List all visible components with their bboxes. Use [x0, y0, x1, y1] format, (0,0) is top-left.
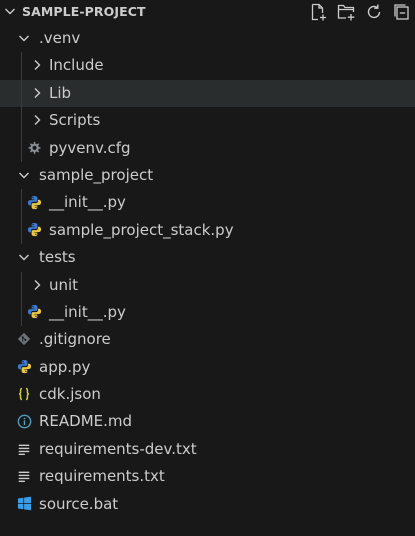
python-icon	[26, 304, 42, 320]
tree-item-pyvenv-cfg[interactable]: pyvenv.cfg	[0, 134, 415, 162]
refresh-icon[interactable]	[363, 2, 385, 22]
file-tree: .venv Include Lib Scripts pyvenv.cfg sam…	[0, 25, 415, 518]
tree-item-label: sample_project	[39, 165, 154, 184]
gear-icon	[26, 140, 42, 156]
python-icon	[16, 359, 32, 375]
tree-item-init-py[interactable]: __init__.py	[0, 189, 415, 217]
explorer-header[interactable]: SAMPLE-PROJECT	[0, 0, 415, 25]
tree-item-requirements-txt[interactable]: requirements.txt	[0, 463, 415, 490]
text-file-icon	[16, 441, 32, 457]
new-folder-icon[interactable]	[335, 2, 357, 22]
tree-item-label: app.py	[39, 357, 91, 376]
tree-item-lib[interactable]: Lib	[0, 79, 415, 108]
tree-item-venv[interactable]: .venv	[0, 25, 415, 52]
python-icon	[26, 222, 42, 238]
indent-guide	[21, 52, 22, 80]
chevron-right-icon[interactable]	[29, 57, 45, 73]
windows-icon	[16, 496, 32, 512]
explorer-title: SAMPLE-PROJECT	[22, 4, 146, 19]
chevron-right-icon[interactable]	[29, 85, 45, 101]
tree-item-unit[interactable]: unit	[0, 271, 415, 299]
chevron-down-icon[interactable]	[16, 249, 32, 265]
tree-item-label: requirements-dev.txt	[39, 439, 197, 458]
tree-item-tests-init-py[interactable]: __init__.py	[0, 298, 415, 327]
text-file-icon	[16, 468, 32, 484]
tree-item-label: cdk.json	[39, 385, 101, 404]
chevron-down-icon[interactable]	[16, 167, 32, 183]
tree-item-source-bat[interactable]: source.bat	[0, 491, 415, 518]
indent-guide	[21, 216, 22, 245]
tree-item-cdk-json[interactable]: cdk.json	[0, 381, 415, 408]
tree-item-app-py[interactable]: app.py	[0, 354, 415, 381]
chevron-right-icon[interactable]	[29, 277, 45, 293]
tree-item-sample-project-stack-py[interactable]: sample_project_stack.py	[0, 216, 415, 245]
indent-guide	[21, 107, 22, 135]
tree-item-label: tests	[39, 248, 76, 267]
tree-item-label: requirements.txt	[39, 467, 165, 486]
tree-item-tests[interactable]: tests	[0, 244, 415, 271]
json-icon	[16, 386, 32, 402]
tree-item-label: unit	[49, 275, 79, 294]
git-icon	[16, 331, 32, 347]
tree-item-label: __init__.py	[49, 193, 126, 212]
tree-item-gitignore[interactable]: .gitignore	[0, 326, 415, 353]
python-icon	[26, 194, 42, 210]
indent-guide	[21, 79, 22, 108]
indent-guide	[21, 189, 22, 217]
tree-item-label: __init__.py	[49, 302, 126, 321]
tree-item-label: .gitignore	[39, 330, 111, 349]
tree-item-label: Lib	[49, 83, 72, 102]
tree-item-label: README.md	[39, 412, 133, 431]
tree-item-include[interactable]: Include	[0, 52, 415, 80]
tree-item-label: sample_project_stack.py	[49, 220, 234, 239]
indent-guide	[21, 271, 22, 299]
tree-item-label: source.bat	[39, 494, 119, 513]
chevron-right-icon[interactable]	[29, 112, 45, 128]
tree-item-requirements-dev-txt[interactable]: requirements-dev.txt	[0, 436, 415, 463]
tree-item-label: .venv	[39, 29, 81, 47]
tree-item-sample-project[interactable]: sample_project	[0, 162, 415, 189]
collapse-all-icon[interactable]	[391, 2, 413, 22]
explorer-actions	[301, 2, 413, 22]
indent-guide	[21, 134, 22, 162]
chevron-down-icon[interactable]	[2, 3, 18, 19]
new-file-icon[interactable]	[307, 2, 329, 22]
info-icon	[16, 413, 32, 429]
tree-item-readme-md[interactable]: README.md	[0, 408, 415, 435]
tree-item-scripts[interactable]: Scripts	[0, 107, 415, 135]
tree-item-label: Scripts	[49, 111, 101, 130]
file-explorer: SAMPLE-PROJECT .venv Include Lib Scripts…	[0, 0, 415, 536]
indent-guide	[21, 298, 22, 327]
tree-item-label: Include	[49, 56, 104, 75]
tree-item-label: pyvenv.cfg	[49, 138, 131, 157]
chevron-down-icon[interactable]	[16, 30, 32, 46]
